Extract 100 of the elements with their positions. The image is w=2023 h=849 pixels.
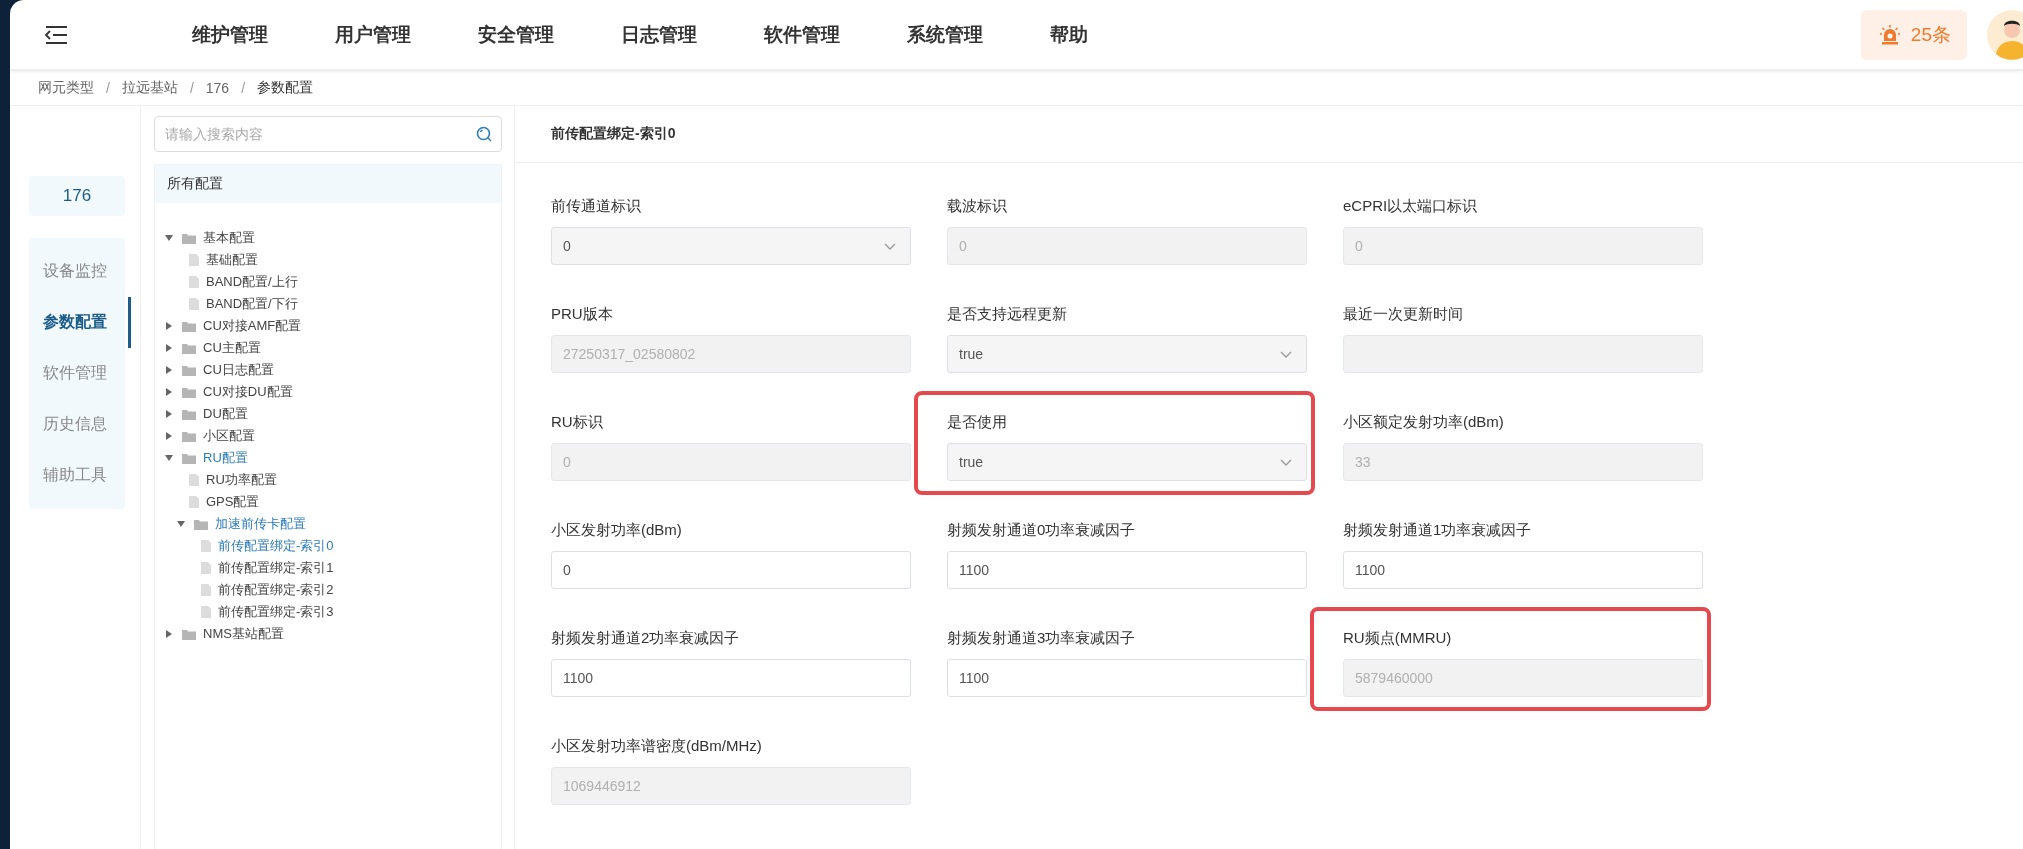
document-icon [201,584,211,596]
caret-icon[interactable] [165,410,173,418]
tree-item[interactable]: BAND配置/下行 [206,295,298,313]
tree-item[interactable]: CU主配置 [203,339,261,357]
document-icon [189,298,199,310]
field-label: 射频发射通道2功率衰减因子 [551,629,741,647]
folder-icon [182,364,196,376]
tree-item[interactable]: NMS基站配置 [203,625,284,643]
menu-item[interactable]: 用户管理 [335,21,411,48]
menu-item[interactable]: 日志管理 [621,21,697,48]
menu-item[interactable]: 安全管理 [478,21,554,48]
tree-item[interactable]: DU配置 [203,405,248,423]
select-field[interactable]: true [947,443,1307,481]
tree-item[interactable]: CU日志配置 [203,361,274,379]
input-field[interactable]: 0 [551,551,911,589]
field-label: 载波标识 [947,197,1008,215]
menu-icon[interactable] [44,25,68,44]
field-label: 是否支持远程更新 [947,305,1068,323]
chevron-down-icon [1280,458,1292,466]
tree-item[interactable]: 小区配置 [203,427,255,445]
folder-icon [182,408,196,420]
breadcrumb-item: 参数配置 [257,79,314,97]
tree-item[interactable]: 前传配置绑定-索引1 [218,559,334,577]
form-title: 前传配置绑定-索引0 [515,106,2023,163]
menu-item[interactable]: 帮助 [1050,21,1088,48]
caret-icon[interactable] [165,322,173,330]
folder-icon [182,320,196,332]
search-icon [476,126,492,142]
field-label: PRU版本 [551,305,614,323]
menu-item[interactable]: 维护管理 [192,21,268,48]
caret-icon[interactable] [165,344,173,352]
document-icon [201,540,211,552]
caret-icon[interactable] [177,520,185,528]
chevron-down-icon [884,242,896,250]
nav-item[interactable]: 参数配置 [29,297,131,348]
tree-item[interactable]: RU功率配置 [206,471,277,489]
field-label: 是否使用 [947,413,1008,431]
menu-item[interactable]: 软件管理 [764,21,840,48]
document-icon [189,474,199,486]
breadcrumb-separator: / [106,80,110,96]
caret-icon[interactable] [165,234,173,242]
search-field[interactable]: 请输入搜索内容 [154,116,502,152]
breadcrumb-item[interactable]: 拉远基站 [121,79,178,97]
document-icon [201,606,211,618]
folder-icon [182,386,196,398]
breadcrumb-separator: / [189,80,194,96]
field-label: 小区额定发射功率(dBm) [1343,413,1505,431]
field-label: 射频发射通道1功率衰减因子 [1343,521,1533,539]
breadcrumb-item[interactable]: 176 [205,80,230,96]
tree-item[interactable]: RU配置 [203,449,248,467]
chevron-down-icon [1280,350,1292,358]
folder-icon [182,452,196,464]
tree-item[interactable]: BAND配置/上行 [206,273,298,291]
nav-item[interactable]: 软件管理 [29,348,125,399]
tree-item[interactable]: CU对接AMF配置 [203,317,302,335]
breadcrumb-separator: / [241,80,246,96]
input-field[interactable]: 1100 [551,659,911,697]
document-icon [201,562,211,574]
field-label: 射频发射通道0功率衰减因子 [947,521,1137,539]
caret-icon[interactable] [165,432,173,440]
input-field[interactable]: 1100 [947,551,1307,589]
field-label: 前传通道标识 [551,197,642,215]
siren-icon [1878,23,1901,46]
document-icon [189,276,199,288]
tree-item[interactable]: 基本配置 [203,229,255,247]
tree-item[interactable]: 前传配置绑定-索引3 [218,603,334,621]
field-label: RU频点(MMRU) [1343,629,1453,647]
breadcrumb-item[interactable]: 网元类型 [38,79,94,97]
field-label: 最近一次更新时间 [1343,305,1464,323]
document-icon [189,496,199,508]
input-field[interactable]: 1100 [1343,551,1703,589]
select-field[interactable]: 0 [551,227,911,265]
document-icon [189,254,199,266]
field-label: 小区发射功率谱密度(dBm/MHz) [551,737,763,755]
field-label: 小区发射功率(dBm) [551,521,683,539]
tree-item[interactable]: 前传配置绑定-索引0 [218,537,334,555]
tree-item[interactable]: GPS配置 [206,493,260,511]
folder-icon [194,518,208,530]
folder-icon [182,430,196,442]
avatar-icon[interactable] [1987,9,2023,60]
field-label: RU标识 [551,413,604,431]
tree-item[interactable]: CU对接DU配置 [203,383,293,401]
caret-icon[interactable] [165,366,173,374]
nav-item[interactable]: 设备监控 [29,246,125,297]
caret-icon[interactable] [165,388,173,396]
tree-item[interactable]: 加速前传卡配置 [215,515,306,533]
tree-header: 所有配置 [155,165,501,203]
field-label: eCPRI以太端口标识 [1343,197,1479,215]
folder-icon [182,342,196,354]
device-label: 176 [29,176,125,216]
folder-icon [182,232,196,244]
tree-item[interactable]: 基础配置 [206,251,258,269]
select-field[interactable]: true [947,335,1307,373]
tree-item[interactable]: 前传配置绑定-索引2 [218,581,334,599]
caret-icon[interactable] [165,454,173,462]
field-label: 射频发射通道3功率衰减因子 [947,629,1137,647]
folder-icon [182,628,196,640]
input-field[interactable]: 1100 [947,659,1307,697]
caret-icon[interactable] [165,630,173,638]
menu-item[interactable]: 系统管理 [907,21,983,48]
